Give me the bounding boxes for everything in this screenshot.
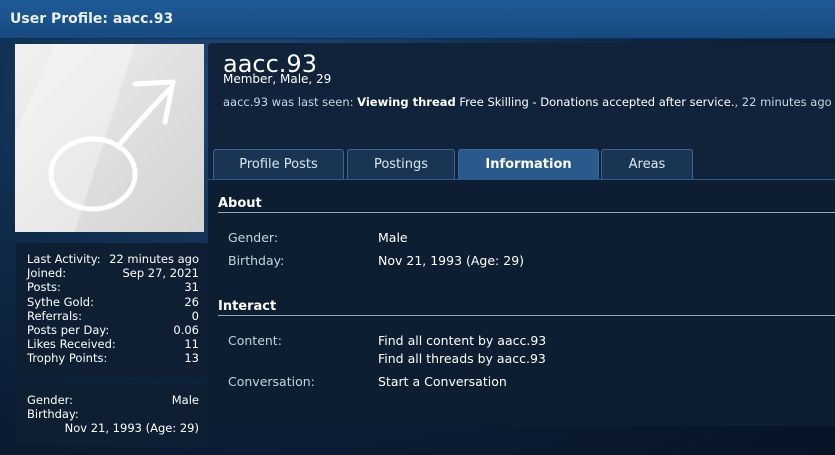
interact-heading: Interact: [218, 299, 277, 314]
avatar[interactable]: [15, 44, 204, 232]
start-conversation-link[interactable]: Start a Conversation: [378, 374, 507, 389]
find-all-content-link[interactable]: Find all content by aacc.93: [378, 333, 546, 348]
stat-row: Posts: 31: [27, 280, 199, 295]
stat-row: Joined: Sep 27, 2021: [27, 266, 199, 281]
tab-areas[interactable]: Areas: [601, 149, 693, 179]
stat-row: Likes Received: 11: [27, 337, 199, 352]
about-birthday-value: Nov 21, 1993 (Age: 29): [378, 253, 525, 268]
sidebar-gender-row: Gender: Male: [27, 393, 199, 407]
stat-row: Last Activity: 22 minutes ago: [27, 252, 199, 266]
stat-row: Posts per Day: 0.06: [27, 322, 199, 337]
stat-row: Sythe Gold: 26: [27, 294, 199, 309]
sidebar-birthday-row: Birthday:: [27, 407, 79, 422]
last-seen-action: Viewing thread: [357, 95, 456, 109]
content-label: Content:: [228, 333, 282, 348]
sidebar-birthday-value-row: Nov 21, 1993 (Age: 29): [64, 421, 199, 436]
stats-box: Last Activity: 22 minutes ago Joined: Sep …: [16, 243, 209, 377]
sidebar-info-box: Gender: Male Birthday: Nov 21, 1993 (Age:…: [16, 384, 209, 446]
profile-main-panel: aacc.93 Member, Male, 29 aacc.93 was las…: [208, 43, 835, 426]
about-gender-value: Male: [378, 230, 408, 245]
about-birthday-label: Birthday:: [228, 253, 285, 268]
conversation-label: Conversation:: [228, 374, 315, 389]
male-symbol-icon: [15, 44, 176, 232]
last-seen-thread-link[interactable]: Free Skilling - Donations accepted after…: [459, 95, 734, 109]
find-all-threads-link[interactable]: Find all threads by aacc.93: [378, 351, 546, 366]
stat-row: Referrals: 0: [27, 308, 199, 323]
about-gender-label: Gender:: [228, 230, 279, 245]
stat-row: Trophy Points: 13: [27, 351, 199, 366]
tab-content: About Gender: Male Birthday: Nov 21, 199…: [208, 179, 835, 426]
tab-information[interactable]: Information: [458, 149, 599, 179]
user-meta: Member, Male, 29: [223, 72, 332, 86]
tab-postings[interactable]: Postings: [347, 149, 455, 179]
last-seen: aacc.93 was last seen: Viewing thread Fr…: [223, 95, 832, 109]
tab-profile-posts[interactable]: Profile Posts: [213, 149, 344, 179]
title-bar: User Profile: aacc.93: [0, 0, 835, 39]
about-divider: [218, 212, 835, 213]
page-title: User Profile: aacc.93: [10, 11, 174, 27]
about-heading: About: [218, 196, 262, 211]
interact-divider: [218, 315, 835, 316]
